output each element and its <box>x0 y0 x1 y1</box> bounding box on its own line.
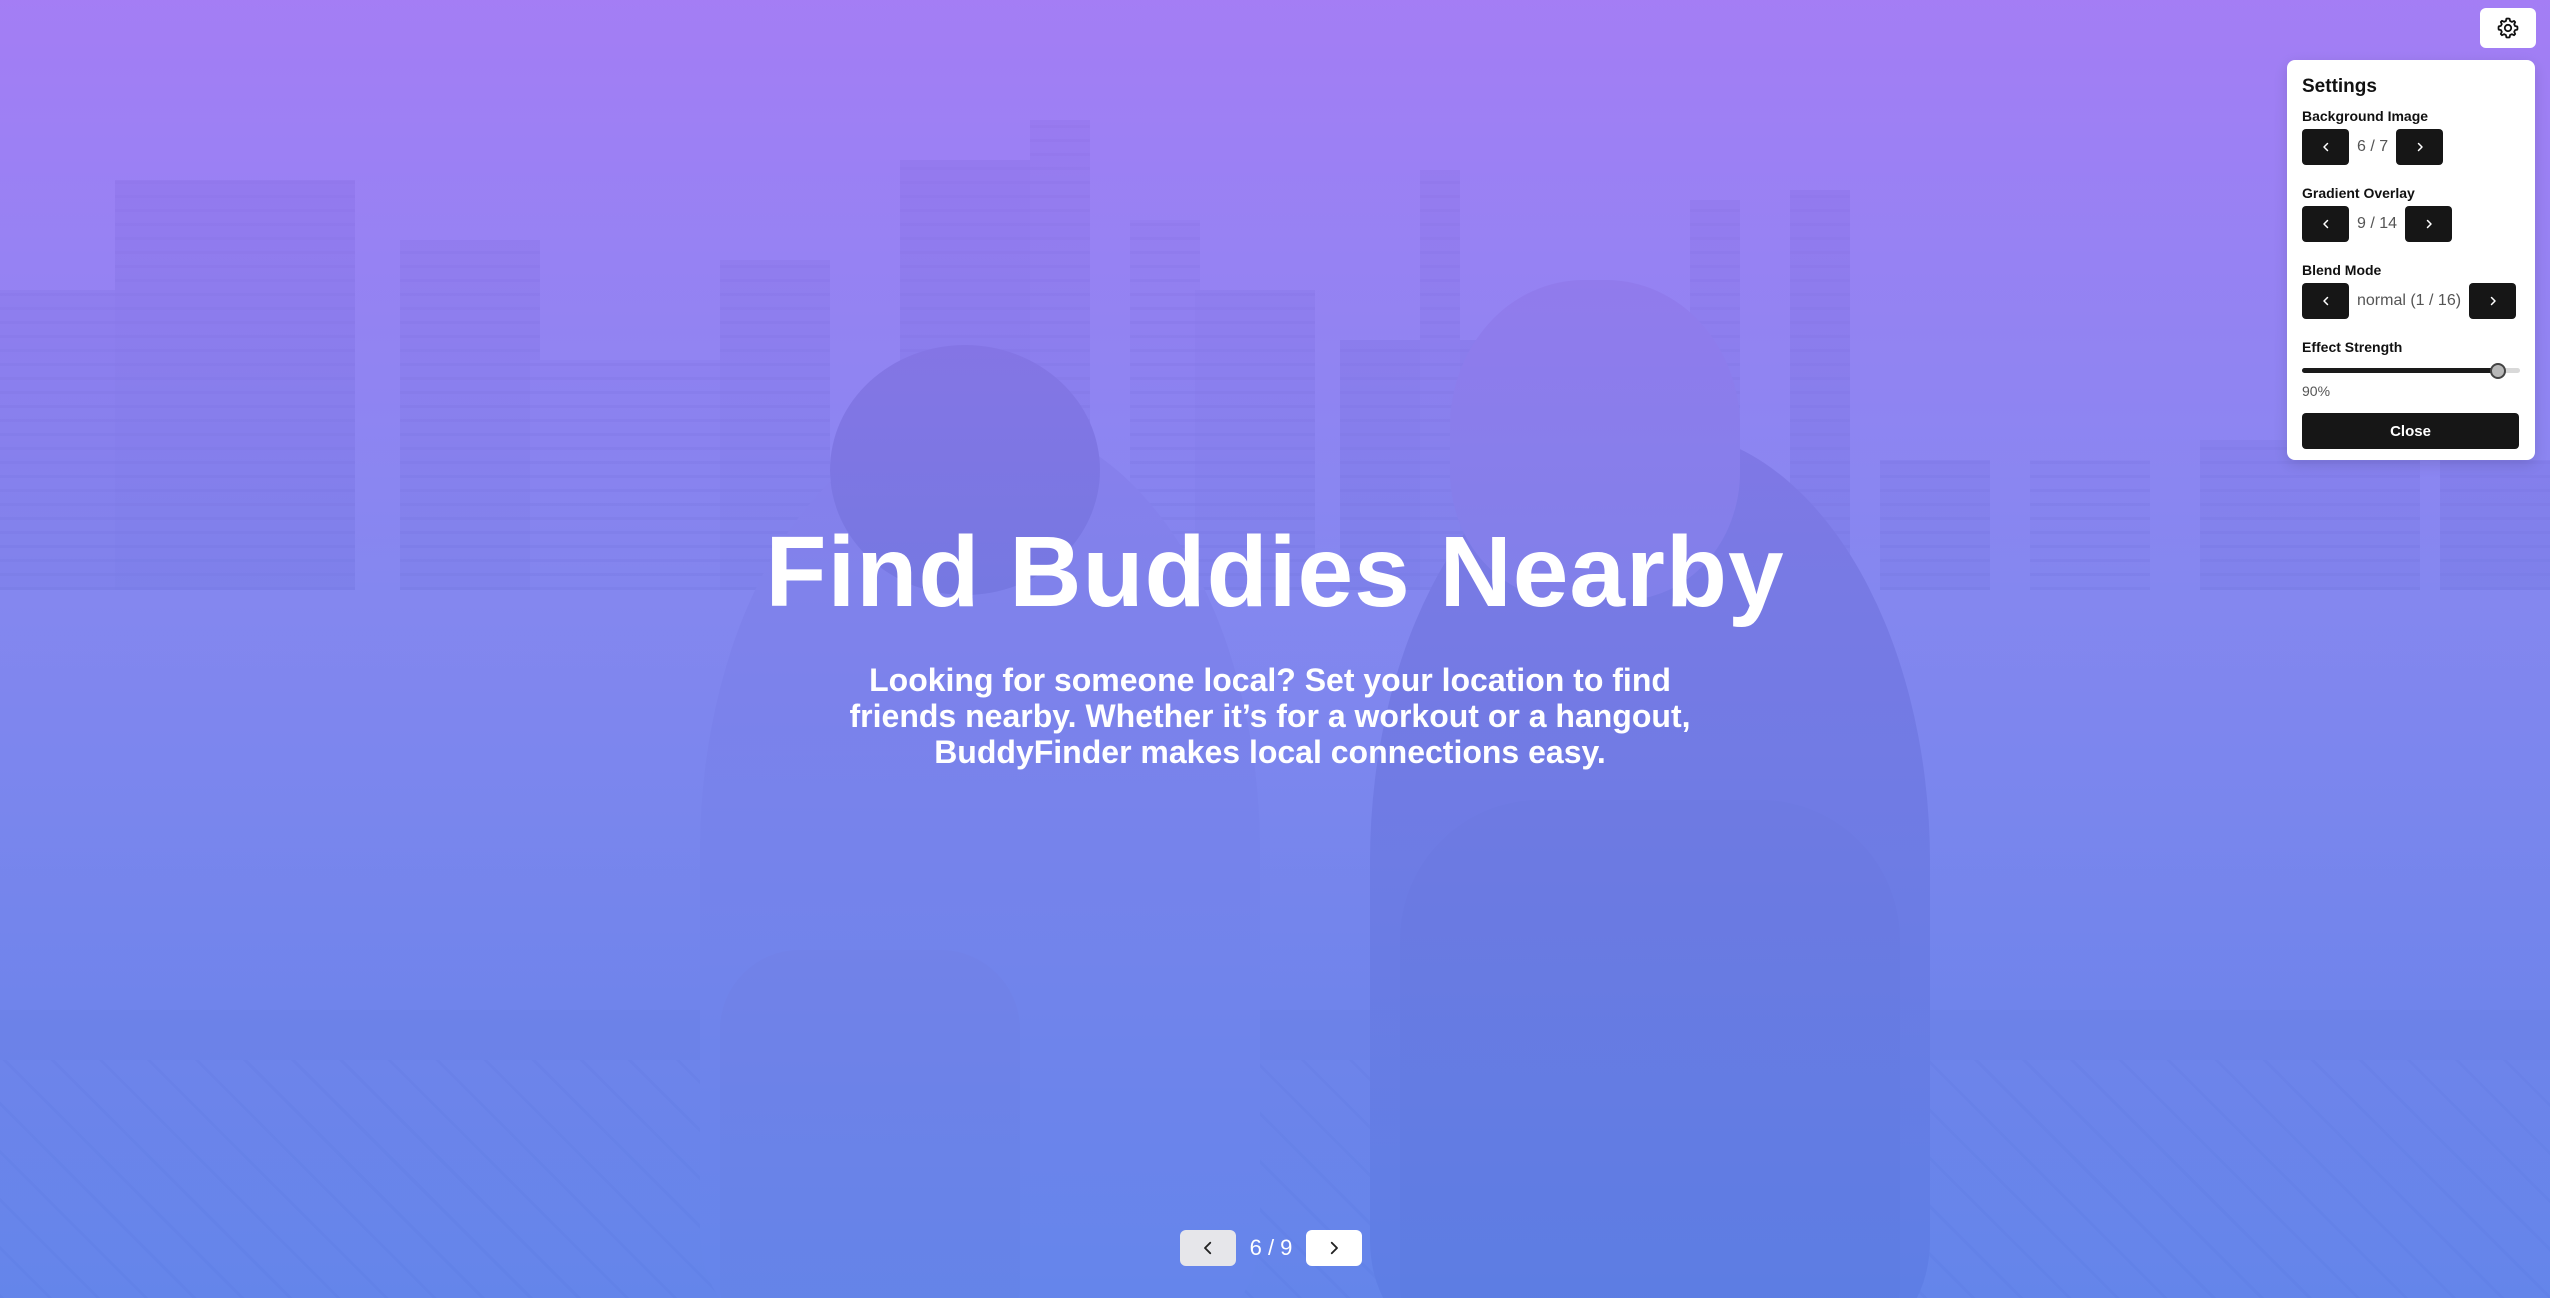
slide-counter: 6 / 9 <box>1249 1235 1293 1260</box>
next-slide-button[interactable] <box>1306 1230 1362 1266</box>
chevron-left-icon <box>2322 219 2328 229</box>
background-image-next-button[interactable] <box>2396 129 2444 165</box>
background-image-label: Background Image <box>2302 108 2429 124</box>
chevron-right-icon <box>2417 142 2423 152</box>
blend-mode-label: Blend Mode <box>2302 262 2382 278</box>
settings-title: Settings <box>2302 76 2377 97</box>
gradient-overlay-value: 9 / 14 <box>2357 215 2398 232</box>
gradient-overlay <box>0 0 2550 1298</box>
close-button[interactable]: Close <box>2302 413 2519 449</box>
blend-mode-value: normal (1 / 16) <box>2357 292 2462 309</box>
chevron-right-icon <box>2426 219 2432 229</box>
slider-thumb[interactable] <box>2490 363 2507 379</box>
effect-strength-label: Effect Strength <box>2302 339 2403 355</box>
gradient-overlay-label: Gradient Overlay <box>2302 185 2415 201</box>
chevron-left-icon <box>1204 1241 1212 1255</box>
effect-strength-slider[interactable] <box>2302 361 2520 381</box>
settings-panel: Settings Background Image 6 / 7 Gradient… <box>2287 60 2535 460</box>
gear-icon <box>2497 17 2519 39</box>
slide-pager: 6 / 9 <box>1180 1230 1362 1266</box>
gradient-overlay-prev-button[interactable] <box>2302 206 2349 242</box>
blend-mode-next-button[interactable] <box>2469 283 2517 319</box>
hero-description: Looking for someone local? Set your loca… <box>849 662 1691 770</box>
background-image-value: 6 / 7 <box>2357 138 2389 155</box>
chevron-left-icon <box>2322 296 2328 306</box>
gradient-overlay-control: 9 / 14 <box>2302 206 2520 242</box>
chevron-right-icon <box>2490 296 2496 306</box>
previous-slide-button[interactable] <box>1180 1230 1236 1266</box>
background-image-prev-button[interactable] <box>2302 129 2349 165</box>
background-image-control: 6 / 7 <box>2302 129 2520 165</box>
slider-fill <box>2302 368 2499 373</box>
chevron-right-icon <box>1330 1241 1338 1255</box>
settings-toggle-button[interactable] <box>2480 8 2536 48</box>
blend-mode-prev-button[interactable] <box>2302 283 2349 319</box>
hero-title: Find Buddies Nearby <box>765 516 1785 628</box>
chevron-left-icon <box>2322 142 2328 152</box>
effect-strength-value: 90% <box>2302 383 2331 399</box>
blend-mode-control: normal (1 / 16) <box>2302 283 2520 319</box>
gradient-overlay-next-button[interactable] <box>2405 206 2453 242</box>
